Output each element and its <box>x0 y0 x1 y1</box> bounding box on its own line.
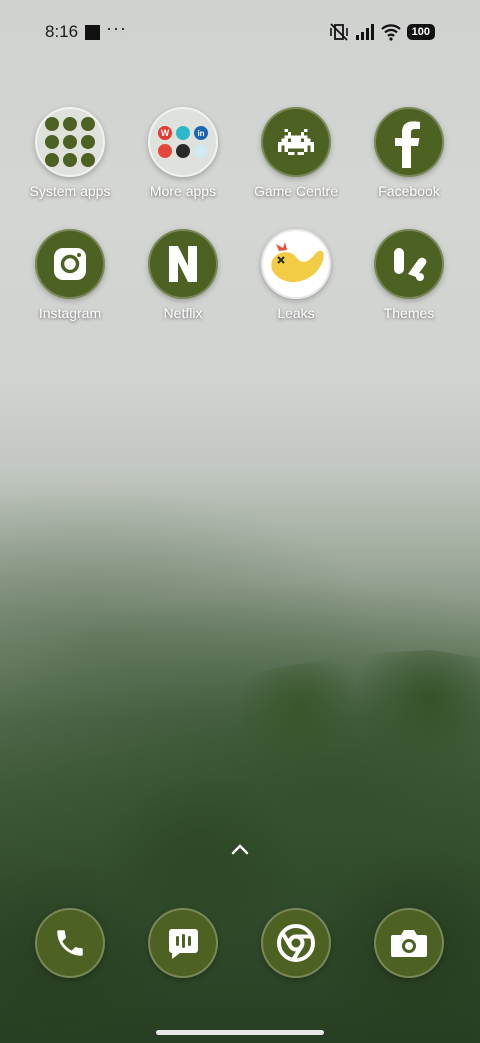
app-netflix[interactable]: Netflix <box>127 229 239 321</box>
space-invader-icon <box>261 107 331 177</box>
wps-icon: W <box>158 126 172 140</box>
cellular-signal-icon <box>355 24 374 40</box>
app-mini-icon <box>176 126 190 140</box>
netflix-icon <box>148 229 218 299</box>
chevron-up-icon[interactable] <box>231 843 249 855</box>
more-notifications-indicator: ··· <box>106 18 127 38</box>
mute-vibrate-icon <box>329 23 348 41</box>
app-instagram[interactable]: Instagram <box>14 229 126 321</box>
yellow-bird-icon <box>261 229 331 299</box>
app-mini-icon <box>194 144 208 158</box>
folder-icon <box>35 107 105 177</box>
app-label: Instagram <box>38 305 102 321</box>
dock-camera[interactable] <box>374 908 444 978</box>
app-themes[interactable]: Themes <box>353 229 465 321</box>
folder-system-apps[interactable]: System apps <box>14 107 126 199</box>
app-label: Themes <box>383 305 435 321</box>
folder-icon: W in <box>148 107 218 177</box>
chrome-icon <box>261 908 331 978</box>
app-mini-icon <box>158 144 172 158</box>
folder-more-apps[interactable]: W in More apps <box>127 107 239 199</box>
status-bar: 8:16 ··· 100 <box>0 0 480 64</box>
app-label: Facebook <box>378 183 440 199</box>
app-mini-icon <box>176 144 190 158</box>
home-gesture-bar[interactable] <box>156 1030 324 1035</box>
screenshot-square-icon <box>85 25 100 40</box>
facebook-icon <box>374 107 444 177</box>
phone-icon <box>35 908 105 978</box>
wifi-icon <box>380 24 401 41</box>
app-game-centre[interactable]: Game Centre <box>240 107 352 199</box>
instagram-icon <box>35 229 105 299</box>
clock: 8:16 <box>45 22 79 41</box>
app-label: Game Centre <box>253 183 339 199</box>
app-label: More apps <box>149 183 217 199</box>
message-icon <box>148 908 218 978</box>
app-label: Netflix <box>163 305 203 321</box>
linkedin-icon: in <box>194 126 208 140</box>
dock-phone[interactable] <box>35 908 105 978</box>
app-facebook[interactable]: Facebook <box>353 107 465 199</box>
app-label: Leaks <box>277 305 315 321</box>
app-label: System apps <box>29 183 111 199</box>
app-leaks[interactable]: Leaks <box>240 229 352 321</box>
dock-chrome[interactable] <box>261 908 331 978</box>
themes-icon <box>374 229 444 299</box>
dock-messages[interactable] <box>148 908 218 978</box>
camera-icon <box>374 908 444 978</box>
battery-icon: 100 <box>406 24 435 40</box>
